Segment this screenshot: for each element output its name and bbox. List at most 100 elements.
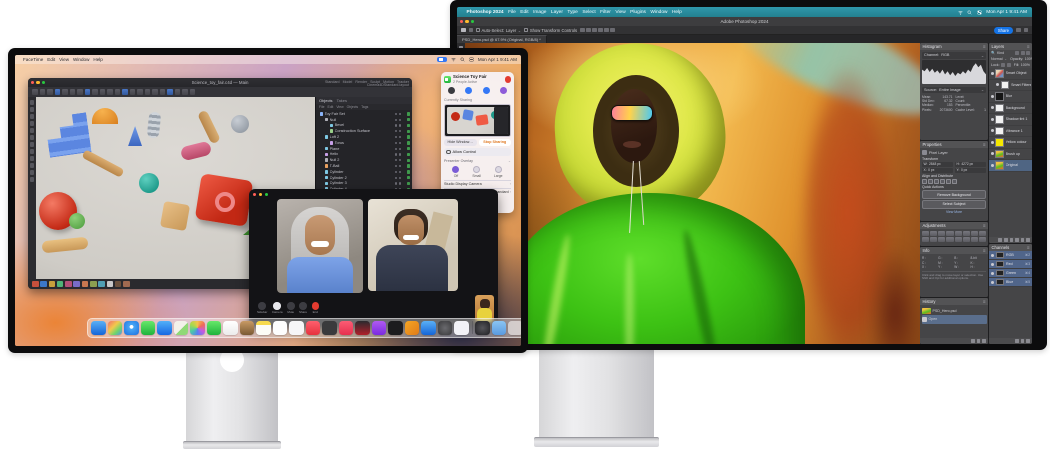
adjustment-icon[interactable] bbox=[946, 237, 953, 242]
panel-menu-icon[interactable]: ≡ bbox=[983, 44, 986, 49]
adjustment-icon[interactable] bbox=[955, 231, 962, 236]
object-enabled-check[interactable] bbox=[407, 159, 411, 163]
histogram-channel-select[interactable]: Channel:RGB⌄ bbox=[922, 52, 986, 59]
shareplay-button[interactable] bbox=[500, 87, 507, 94]
object-enabled-check[interactable] bbox=[407, 176, 411, 180]
object-enabled-check[interactable] bbox=[407, 182, 411, 186]
adjustment-icon[interactable] bbox=[971, 231, 978, 236]
search-tool-icon[interactable] bbox=[1016, 28, 1021, 33]
material-swatch[interactable] bbox=[73, 281, 80, 288]
menu-clock[interactable]: Mon Apr 1 9:41 AM bbox=[478, 57, 517, 62]
share-button[interactable]: Share bbox=[994, 27, 1013, 34]
align-section-label[interactable]: Align and Distribute bbox=[922, 174, 986, 178]
dock-app-icon[interactable] bbox=[438, 321, 453, 336]
object-enabled-check[interactable] bbox=[407, 112, 411, 116]
panel-menu-icon[interactable]: ≡ bbox=[983, 142, 986, 147]
object-enabled-check[interactable] bbox=[407, 170, 411, 174]
search-icon[interactable] bbox=[967, 10, 972, 15]
shared-screen-thumbnail[interactable] bbox=[444, 104, 511, 137]
object-enabled-check[interactable] bbox=[407, 141, 411, 145]
dock-app-icon[interactable] bbox=[492, 321, 507, 336]
dock-app-icon[interactable] bbox=[355, 321, 370, 336]
transform-section-label[interactable]: Transform bbox=[922, 157, 986, 161]
layer-visibility-icon[interactable] bbox=[991, 129, 994, 132]
layer-row[interactable]: Smart Object bbox=[989, 68, 1032, 80]
objects-menu-item[interactable]: File bbox=[319, 105, 324, 109]
layer-row[interactable]: Smart Filters bbox=[989, 80, 1032, 92]
menu-item[interactable]: Plugins bbox=[630, 10, 646, 15]
panel-menu-icon[interactable]: ≡ bbox=[983, 223, 986, 228]
minimize-window-button[interactable] bbox=[259, 193, 262, 196]
material-swatch[interactable] bbox=[107, 281, 114, 288]
menu-item[interactable]: Image bbox=[533, 10, 546, 15]
adjustment-icon[interactable] bbox=[979, 237, 986, 242]
layer-visibility-icon[interactable] bbox=[991, 72, 994, 75]
overlay-option[interactable]: Off bbox=[452, 166, 459, 178]
history-snapshot-row[interactable]: PSD_Hero.psd bbox=[922, 307, 987, 316]
show-transform-control[interactable]: Show Transform Controls bbox=[524, 28, 577, 33]
object-visibility-dots[interactable] bbox=[395, 148, 405, 150]
hide-window-button[interactable]: Hide Window… bbox=[444, 139, 477, 146]
menu-item[interactable]: Help bbox=[93, 57, 102, 62]
dock-app-icon[interactable] bbox=[190, 321, 205, 336]
channels-panel-footer[interactable] bbox=[989, 338, 1032, 344]
cinema4d-toolbar[interactable] bbox=[28, 87, 412, 97]
object-visibility-dots[interactable] bbox=[395, 124, 405, 126]
dock-app-icon[interactable] bbox=[174, 321, 189, 336]
material-swatch[interactable] bbox=[65, 281, 72, 288]
menu-item[interactable]: Edit bbox=[520, 10, 528, 15]
material-swatch[interactable] bbox=[40, 281, 47, 288]
layer-visibility-icon[interactable] bbox=[991, 141, 994, 144]
dock-app-icon[interactable] bbox=[508, 321, 521, 336]
objects-tab[interactable]: Objects bbox=[319, 98, 333, 103]
adjustment-icon[interactable] bbox=[979, 231, 986, 236]
material-swatch[interactable] bbox=[82, 281, 89, 288]
adjustment-icon[interactable] bbox=[930, 231, 937, 236]
object-visibility-dots[interactable] bbox=[395, 119, 405, 121]
object-visibility-dots[interactable] bbox=[395, 159, 405, 161]
layer-row[interactable]: Blur bbox=[989, 91, 1032, 103]
transform-field[interactable]: H:4272 px bbox=[955, 162, 986, 167]
leave-call-button[interactable] bbox=[505, 76, 512, 83]
overlay-option[interactable]: Large bbox=[494, 166, 503, 178]
object-visibility-dots[interactable] bbox=[395, 130, 405, 132]
transform-field[interactable]: W:2848 px bbox=[922, 162, 953, 167]
adjustment-icon[interactable] bbox=[946, 231, 953, 236]
channel-row[interactable]: Red ⌘3 bbox=[989, 260, 1032, 269]
material-swatch[interactable] bbox=[123, 281, 130, 288]
history-state-row[interactable]: Open bbox=[922, 315, 987, 324]
channel-visibility-icon[interactable] bbox=[991, 272, 994, 275]
dock-app-icon[interactable] bbox=[240, 321, 255, 336]
photoshop-canvas[interactable] bbox=[465, 43, 920, 344]
wifi-icon[interactable] bbox=[451, 57, 456, 62]
panel-menu-icon[interactable]: ≡ bbox=[983, 299, 986, 304]
material-swatch[interactable] bbox=[90, 281, 97, 288]
object-enabled-check[interactable] bbox=[407, 135, 411, 139]
object-visibility-dots[interactable] bbox=[395, 165, 405, 167]
dock-app-icon[interactable] bbox=[91, 321, 106, 336]
camera-button[interactable] bbox=[465, 87, 472, 94]
channel-row[interactable]: RGB ⌘2 bbox=[989, 251, 1032, 260]
workspace-icon[interactable] bbox=[1024, 28, 1029, 33]
dock-app-icon[interactable] bbox=[421, 321, 436, 336]
adjustment-icon[interactable] bbox=[955, 237, 962, 242]
photoshop-title-bar[interactable]: Adobe Photoshop 2024 bbox=[457, 17, 1032, 26]
menu-item[interactable]: Type bbox=[567, 10, 577, 15]
adjustment-icon[interactable] bbox=[922, 231, 929, 236]
wifi-icon[interactable] bbox=[958, 10, 963, 15]
channel-row[interactable]: Blue ⌘5 bbox=[989, 278, 1032, 287]
screen-share-button[interactable] bbox=[483, 87, 490, 94]
dock-app-icon[interactable] bbox=[124, 321, 139, 336]
facetime-status-pill[interactable] bbox=[437, 57, 447, 63]
transform-field[interactable]: Y:0 px bbox=[955, 168, 986, 173]
channel-visibility-icon[interactable] bbox=[991, 281, 994, 284]
dock-app-icon[interactable] bbox=[339, 321, 354, 336]
dock-app-icon[interactable] bbox=[256, 321, 271, 336]
layout-tab[interactable]: Render bbox=[355, 80, 367, 84]
layer-visibility-icon[interactable] bbox=[996, 83, 999, 86]
dock-app-icon[interactable] bbox=[108, 321, 123, 336]
adjustment-icon[interactable] bbox=[938, 237, 945, 242]
dock-app-icon[interactable] bbox=[289, 321, 304, 336]
cinema4d-title-bar[interactable]: Science_toy_fair.c4d — Main StandardMode… bbox=[28, 78, 412, 87]
objects-menu-item[interactable]: View bbox=[336, 105, 343, 109]
